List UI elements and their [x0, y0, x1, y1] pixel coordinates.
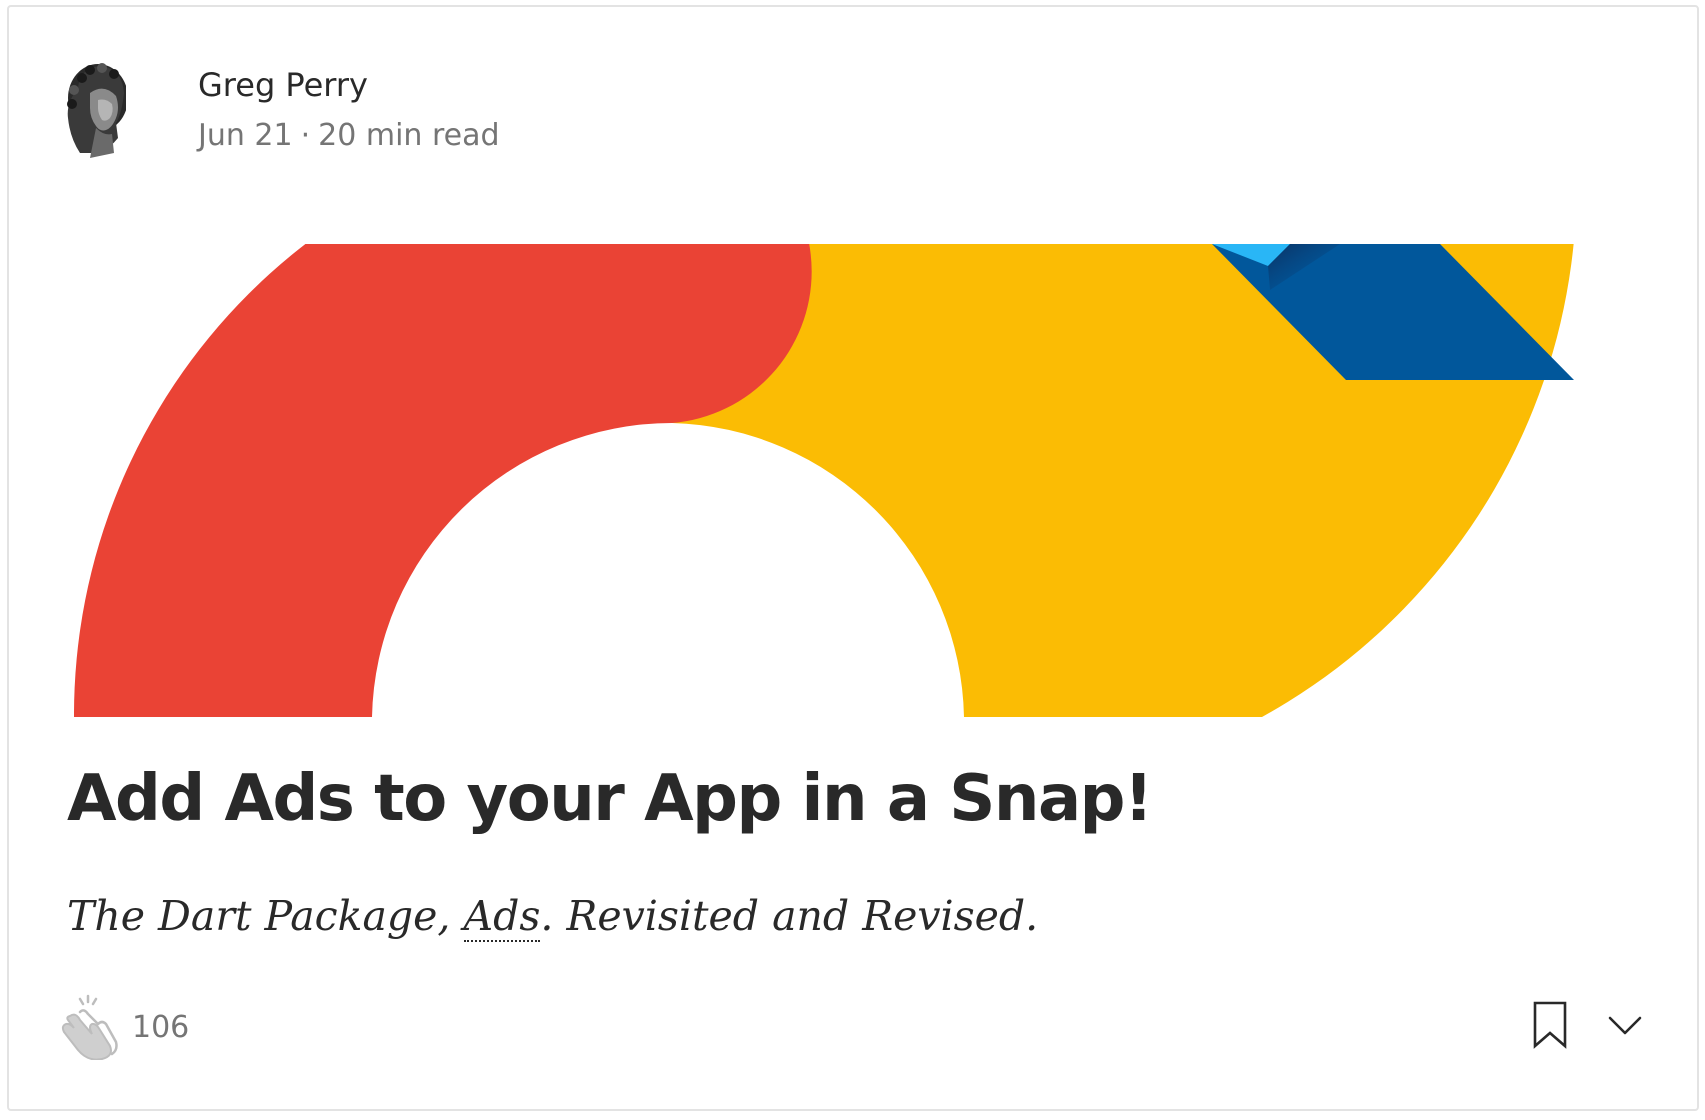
- subtitle-text-start: The Dart Package,: [67, 892, 451, 940]
- bookmark-button[interactable]: [1530, 1000, 1570, 1050]
- read-time: 20 min read: [318, 118, 500, 153]
- chevron-down-icon: [1608, 1016, 1642, 1035]
- hero-image-link[interactable]: [70, 243, 1580, 718]
- bookmark-icon: [1533, 1001, 1567, 1049]
- publish-date: Jun 21: [198, 118, 293, 153]
- story-meta: Jun 21 · 20 min read: [198, 118, 500, 153]
- subtitle-abbr: Ads: [463, 892, 541, 942]
- story-subtitle[interactable]: The Dart Package, Ads. Revisited and Rev…: [67, 892, 1039, 942]
- clap-count[interactable]: 106: [132, 1010, 189, 1045]
- clap-icon: [61, 994, 118, 1061]
- author-avatar[interactable]: [60, 58, 126, 158]
- meta-separator: ·: [300, 118, 311, 153]
- more-options-button[interactable]: [1605, 1010, 1645, 1040]
- clap-button[interactable]: [58, 990, 120, 1061]
- story-title[interactable]: Add Ads to your App in a Snap!: [67, 762, 1153, 836]
- subtitle-text-end: . Revisited and Revised.: [540, 892, 1039, 940]
- avatar-image: [67, 63, 126, 158]
- author-name[interactable]: Greg Perry: [198, 66, 368, 104]
